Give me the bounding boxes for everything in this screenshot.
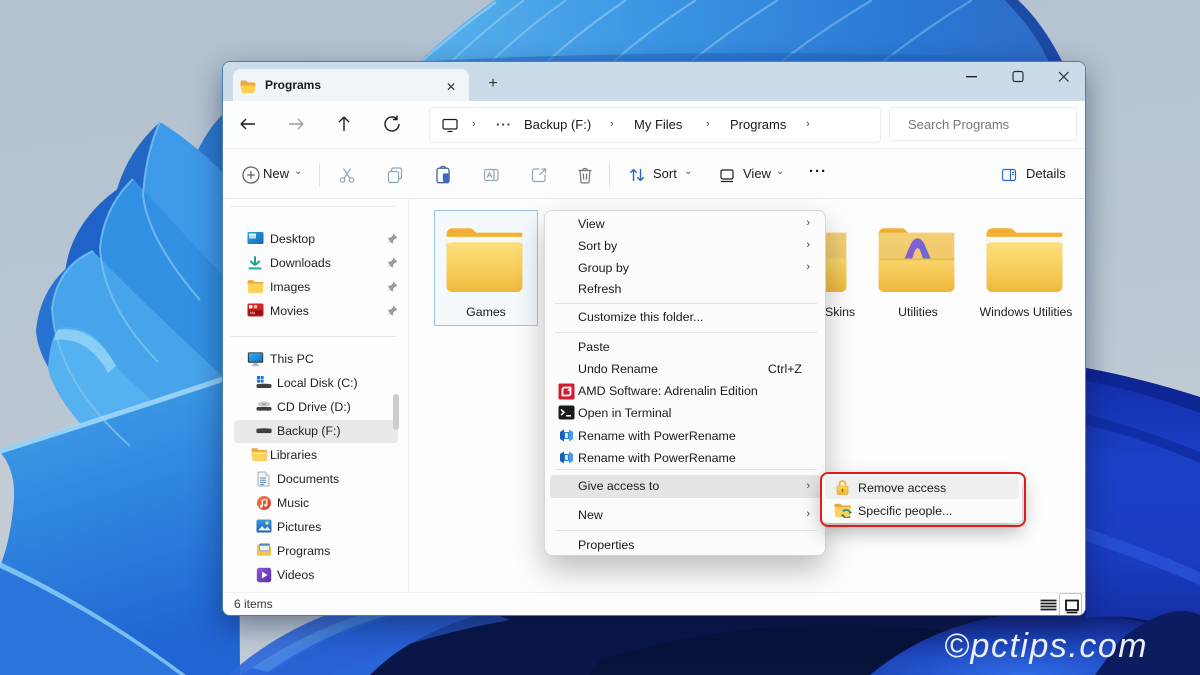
svg-text:MA: MA [250,311,256,315]
